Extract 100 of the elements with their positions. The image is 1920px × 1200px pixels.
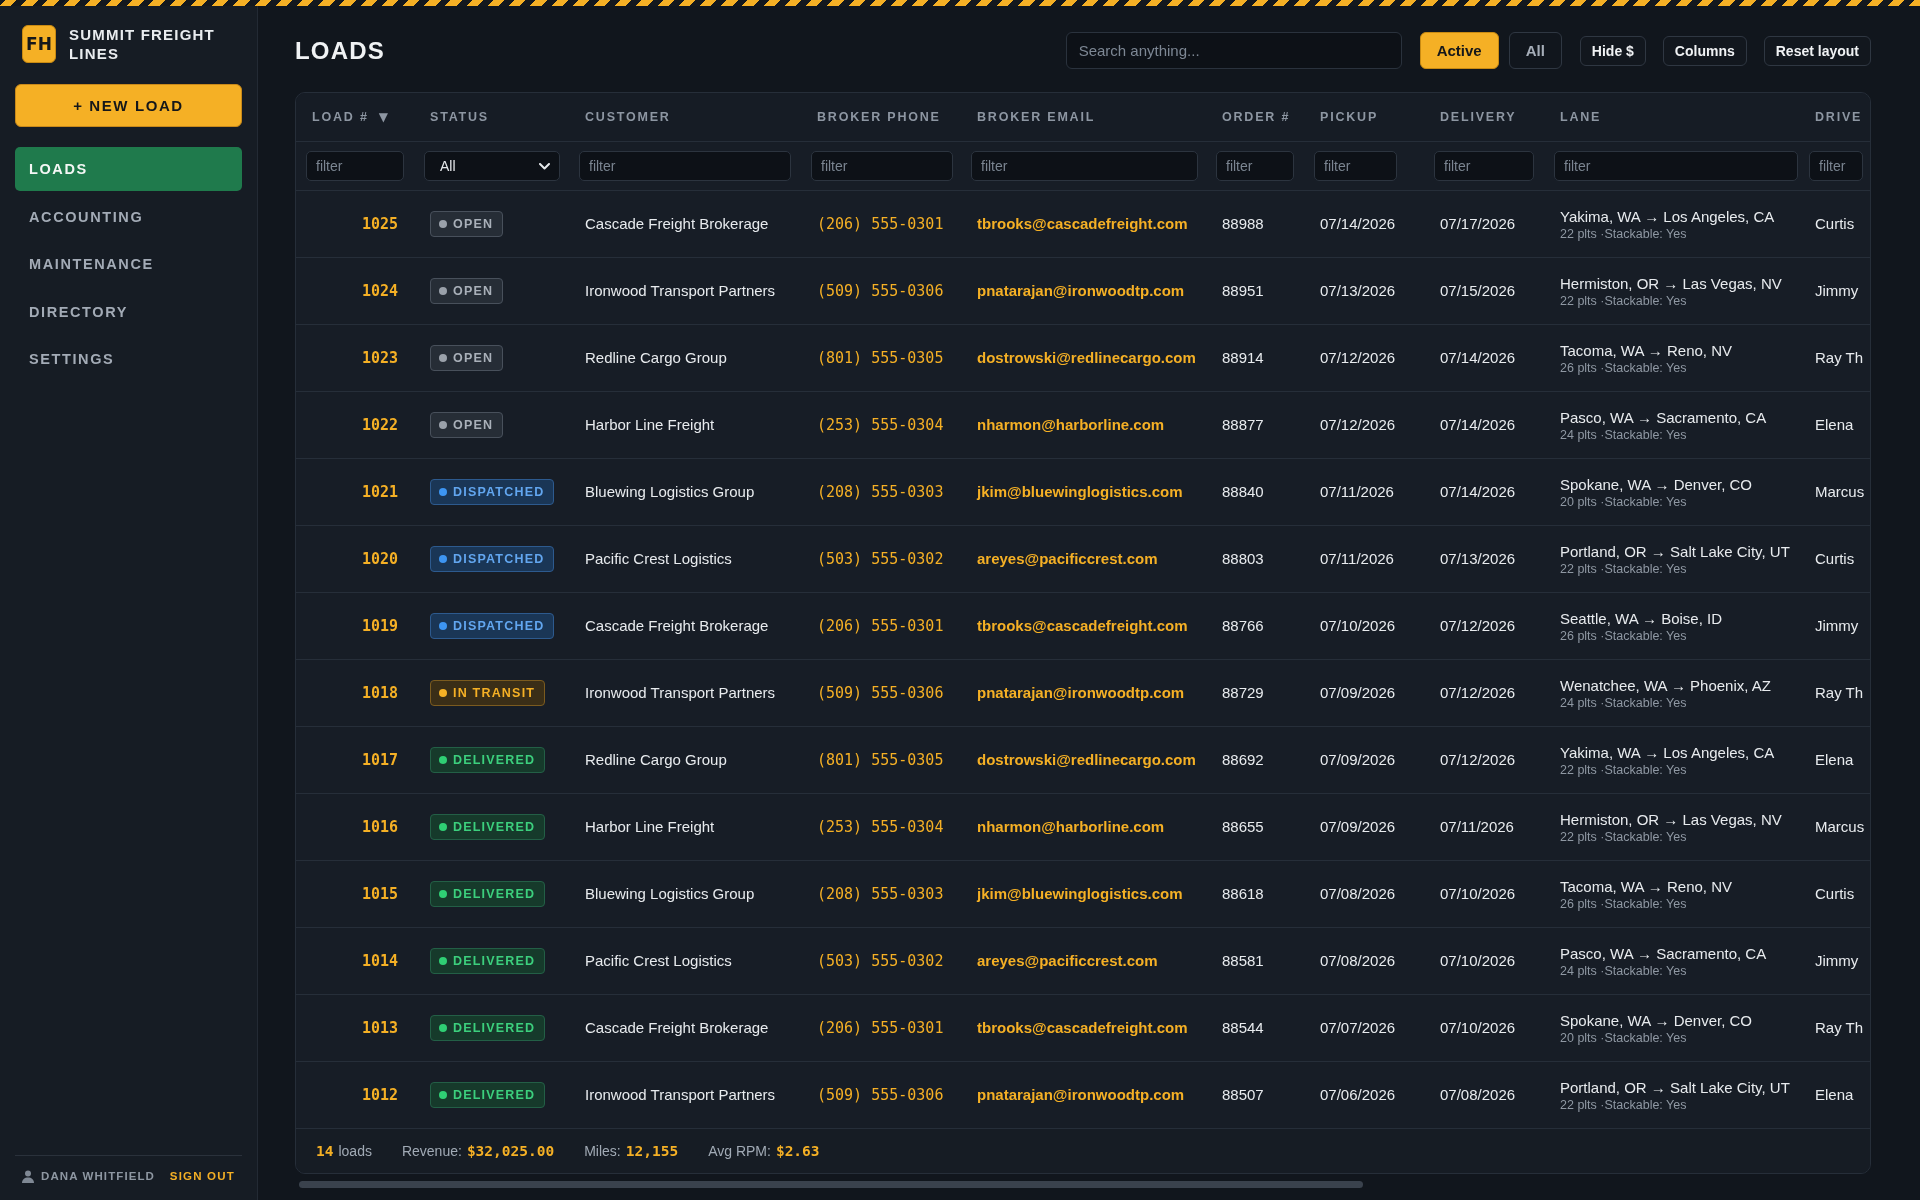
delivery-date: 07/12/2026 <box>1439 617 1516 634</box>
load-number-link[interactable]: 1014 <box>361 952 424 970</box>
phone-link[interactable]: (208) 555-0303 <box>811 483 944 501</box>
sidebar-nav-item[interactable]: LOADS <box>15 147 242 191</box>
column-header[interactable]: BROKER EMAIL <box>977 110 1096 124</box>
metric-label: Avg RPM: <box>708 1143 771 1159</box>
sidebar-nav-item[interactable]: MAINTENANCE <box>15 242 242 286</box>
filter-field[interactable]: filter <box>1434 151 1534 181</box>
lane-route: Portland, OR → Salt Lake City, UT <box>1560 1078 1790 1096</box>
horizontal-scrollbar-thumb[interactable] <box>299 1181 1363 1188</box>
phone-link[interactable]: (208) 555-0303 <box>811 885 944 903</box>
load-number-link[interactable]: 1021 <box>361 483 424 501</box>
phone-link[interactable]: (801) 555-0305 <box>811 349 944 367</box>
filter-field[interactable]: filter <box>1314 151 1397 181</box>
email-link[interactable]: tbrooks@cascadefreight.com <box>971 1019 1188 1036</box>
email-link[interactable]: nharmon@harborline.com <box>971 416 1165 433</box>
load-number-link[interactable]: 1020 <box>361 550 424 568</box>
order-number: 88618 <box>1221 885 1264 902</box>
status-badge: DELIVERED <box>430 1015 546 1041</box>
phone-link[interactable]: (509) 555-0306 <box>811 1086 944 1104</box>
sort-indicator[interactable]: ▼ <box>378 110 388 124</box>
load-number-link[interactable]: 1017 <box>361 751 424 769</box>
column-header[interactable]: LOAD # <box>312 110 369 124</box>
load-number-link[interactable]: 1018 <box>361 684 424 702</box>
metric-label: Revenue: <box>401 1143 462 1159</box>
phone-link[interactable]: (503) 555-0302 <box>811 952 944 970</box>
customer-name: Redline Cargo Group <box>584 751 727 768</box>
customer-name: Ironwood Transport Partners <box>584 1086 776 1103</box>
email-link[interactable]: areyes@pacificcrest.com <box>971 550 1158 567</box>
filter-field[interactable]: filter <box>1554 151 1798 181</box>
email-link[interactable]: areyes@pacificcrest.com <box>971 952 1158 969</box>
lane-route: Yakima, WA → Los Angeles, CA <box>1560 743 1775 761</box>
phone-link[interactable]: (206) 555-0301 <box>811 1019 944 1037</box>
email-link[interactable]: dostrowski@redlinecargo.com <box>971 349 1196 366</box>
load-number-link[interactable]: 1025 <box>361 215 424 233</box>
order-number: 88951 <box>1221 282 1264 299</box>
status-badge: DISPATCHED <box>430 546 555 572</box>
column-header[interactable]: PICKUP <box>1320 110 1379 124</box>
toolbar-button[interactable]: Reset layout <box>1763 35 1871 66</box>
status-badge: DELIVERED <box>430 747 546 773</box>
brand-logo: FH <box>22 25 56 63</box>
toolbar-button[interactable]: Hide $ <box>1579 35 1646 66</box>
filter-field[interactable]: filter <box>971 151 1198 181</box>
lane-route: Hermiston, OR → Las Vegas, NV <box>1560 274 1782 292</box>
order-number: 88766 <box>1221 617 1264 634</box>
search-field[interactable]: Search anything... <box>1065 32 1402 69</box>
column-header[interactable]: DRIVE <box>1815 110 1863 124</box>
email-link[interactable]: dostrowski@redlinecargo.com <box>971 751 1196 768</box>
sign-out-link[interactable]: SIGN OUT <box>169 1170 235 1182</box>
filter-field[interactable]: filter <box>811 151 953 181</box>
load-number-link[interactable]: 1022 <box>361 416 424 434</box>
email-link[interactable]: pnatarajan@ironwoodtp.com <box>971 684 1185 701</box>
metric-value: $2.63 <box>775 1143 820 1159</box>
delivery-date: 07/17/2026 <box>1439 215 1516 232</box>
load-number-link[interactable]: 1019 <box>361 617 424 635</box>
pickup-date: 07/13/2026 <box>1319 282 1396 299</box>
email-link[interactable]: pnatarajan@ironwoodtp.com <box>971 1086 1185 1103</box>
column-header[interactable]: DELIVERY <box>1440 110 1517 124</box>
load-number-link[interactable]: 1012 <box>361 1086 424 1104</box>
load-number-link[interactable]: 1013 <box>361 1019 424 1037</box>
sidebar-nav-item[interactable]: DIRECTORY <box>15 289 242 334</box>
status-dot-icon <box>439 756 447 764</box>
sidebar-nav-item[interactable]: ACCOUNTING <box>15 194 242 239</box>
email-link[interactable]: tbrooks@cascadefreight.com <box>971 215 1188 232</box>
load-number-link[interactable]: 1016 <box>361 818 424 836</box>
phone-link[interactable]: (503) 555-0302 <box>811 550 944 568</box>
phone-link[interactable]: (509) 555-0306 <box>811 684 944 702</box>
phone-link[interactable]: (801) 555-0305 <box>811 751 944 769</box>
filter-field[interactable]: filter <box>1809 151 1863 181</box>
phone-link[interactable]: (206) 555-0301 <box>811 617 944 635</box>
lane-detail: 26 plts ·Stackable: Yes <box>1560 360 1687 375</box>
phone-link[interactable]: (253) 555-0304 <box>811 818 944 836</box>
column-header[interactable]: ORDER # <box>1222 110 1291 124</box>
sidebar-nav-item[interactable]: SETTINGS <box>15 337 242 381</box>
toolbar-button[interactable]: Columns <box>1662 35 1747 66</box>
phone-link[interactable]: (509) 555-0306 <box>811 282 944 300</box>
email-link[interactable]: nharmon@harborline.com <box>971 818 1165 835</box>
phone-link[interactable]: (206) 555-0301 <box>811 215 944 233</box>
load-number-link[interactable]: 1023 <box>361 349 424 367</box>
load-number-link[interactable]: 1015 <box>361 885 424 903</box>
view-filter-tab[interactable]: Active <box>1419 32 1499 69</box>
new-load-button[interactable]: + NEW LOAD <box>15 84 242 127</box>
filter-field[interactable]: filter <box>1216 151 1294 181</box>
filter-field[interactable]: filter <box>579 151 791 181</box>
status-filter-select[interactable]: All <box>424 151 560 181</box>
email-link[interactable]: jkim@bluewinglogistics.com <box>971 483 1183 500</box>
column-header[interactable]: STATUS <box>430 110 489 124</box>
lane-detail: 20 plts ·Stackable: Yes <box>1560 494 1687 509</box>
driver-name: Elena <box>1814 751 1854 768</box>
column-header[interactable]: LANE <box>1560 110 1602 124</box>
column-header[interactable]: BROKER PHONE <box>817 110 941 124</box>
phone-link[interactable]: (253) 555-0304 <box>811 416 944 434</box>
column-header[interactable]: CUSTOMER <box>585 110 671 124</box>
email-link[interactable]: tbrooks@cascadefreight.com <box>971 617 1188 634</box>
email-link[interactable]: pnatarajan@ironwoodtp.com <box>971 282 1185 299</box>
view-filter-tab[interactable]: All <box>1508 32 1562 69</box>
email-link[interactable]: jkim@bluewinglogistics.com <box>971 885 1183 902</box>
load-number-link[interactable]: 1024 <box>361 282 424 300</box>
lane-route: Pasco, WA → Sacramento, CA <box>1560 408 1767 426</box>
filter-field[interactable]: filter <box>306 151 404 181</box>
